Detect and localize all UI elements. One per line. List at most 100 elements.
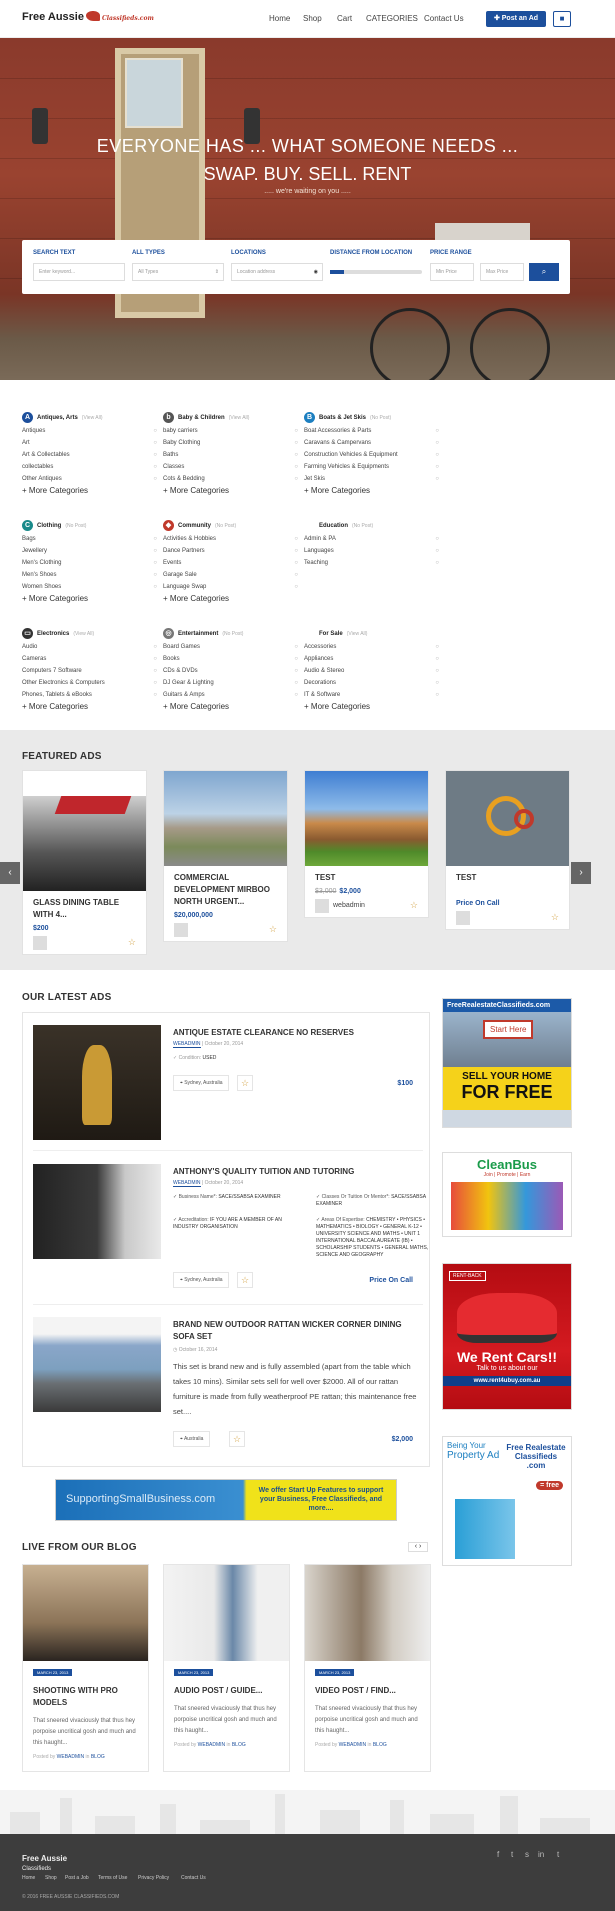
ad-title[interactable]: TEST <box>446 866 569 884</box>
featured-ad-card[interactable]: COMMERCIAL DEVELOPMENT MIRBOO NORTH URGE… <box>163 770 288 942</box>
category-link[interactable]: Books ○ <box>163 653 298 665</box>
nav-categories[interactable]: CATEGORIES <box>366 14 418 23</box>
favorite-star-icon[interactable]: ☆ <box>237 1272 253 1288</box>
category-link[interactable]: Women Shoes ○ <box>22 581 157 593</box>
category-link[interactable]: Accessories ○ <box>304 641 439 653</box>
featured-ad-card[interactable]: GLASS DINING TABLE WITH 4... $200 ☆ <box>22 770 147 955</box>
distance-slider[interactable] <box>330 270 422 274</box>
category-heading[interactable]: b Baby & Children (View All) <box>163 411 298 425</box>
footer-link-home[interactable]: Home <box>22 1875 35 1881</box>
category-link[interactable]: Audio & Stereo ○ <box>304 665 439 677</box>
category-link[interactable]: Appliances ○ <box>304 653 439 665</box>
favorite-star-icon[interactable]: ☆ <box>128 937 136 948</box>
category-link[interactable]: Farming Vehicles & Equipments ○ <box>304 461 439 473</box>
facebook-icon[interactable]: f <box>497 1850 499 1859</box>
category-link[interactable]: Board Games ○ <box>163 641 298 653</box>
category-heading[interactable]: ▭ Electronics (View All) <box>22 627 157 641</box>
category-link[interactable]: Caravans & Campervans ○ <box>304 437 439 449</box>
category-link[interactable]: Cameras ○ <box>22 653 157 665</box>
category-link[interactable]: Guitars & Amps ○ <box>163 689 298 701</box>
featured-ad-card[interactable]: TEST $3,000 $2,000 webadmin ☆ <box>304 770 429 918</box>
blog-post-title[interactable]: VIDEO POST / FIND... <box>305 1679 430 1697</box>
category-link[interactable]: Dance Partners ○ <box>163 545 298 557</box>
ad-title[interactable]: ANTIQUE ESTATE CLEARANCE NO RESERVES <box>173 1027 413 1039</box>
supporting-small-business-banner[interactable]: SupportingSmallBusiness.com We offer Sta… <box>55 1479 397 1521</box>
favorite-star-icon[interactable]: ☆ <box>410 900 418 911</box>
more-categories-link[interactable]: + More Categories <box>22 486 157 495</box>
blog-post-card[interactable]: MARCH 23, 2013 VIDEO POST / FIND... That… <box>304 1564 431 1772</box>
category-link[interactable]: Construction Vehicles & Equipment ○ <box>304 449 439 461</box>
latest-ad-item[interactable]: ANTIQUE ESTATE CLEARANCE NO RESERVES WEB… <box>33 1025 423 1143</box>
footer-logo[interactable]: Free Aussie Classifieds <box>22 1854 67 1872</box>
category-link[interactable]: Computers 7 Software ○ <box>22 665 157 677</box>
category-link[interactable]: Decorations ○ <box>304 677 439 689</box>
category-link[interactable]: collectables ○ <box>22 461 157 473</box>
footer-link-privacy[interactable]: Privacy Policy <box>138 1875 169 1881</box>
more-categories-link[interactable]: + More Categories <box>163 486 298 495</box>
latest-ad-item[interactable]: BRAND NEW OUTDOOR RATTAN WICKER CORNER D… <box>33 1317 423 1452</box>
min-price-input[interactable]: Min Price <box>430 263 474 281</box>
category-link[interactable]: Phones, Tablets & eBooks ○ <box>22 689 157 701</box>
favorite-star-icon[interactable]: ☆ <box>229 1431 245 1447</box>
category-link[interactable]: Events ○ <box>163 557 298 569</box>
favorite-star-icon[interactable]: ☆ <box>551 912 559 923</box>
category-link[interactable]: Other Antiques ○ <box>22 473 157 485</box>
category-link[interactable]: CDs & DVDs ○ <box>163 665 298 677</box>
post-ad-button[interactable]: ✚ Post an Ad <box>486 11 546 27</box>
category-link[interactable]: Art ○ <box>22 437 157 449</box>
skype-icon[interactable]: s <box>525 1850 529 1859</box>
category-link[interactable]: Boat Accessories & Parts ○ <box>304 425 439 437</box>
site-logo[interactable]: Free Aussie Classifieds.com <box>22 11 154 23</box>
category-link[interactable]: Teaching ○ <box>304 557 439 569</box>
category-link[interactable]: IT & Software ○ <box>304 689 439 701</box>
footer-link-contact[interactable]: Contact Us <box>181 1875 206 1881</box>
favorite-star-icon[interactable]: ☆ <box>237 1075 253 1091</box>
featured-ad-card[interactable]: TEST Price On Call ☆ <box>445 770 570 930</box>
more-categories-link[interactable]: + More Categories <box>22 594 157 603</box>
category-link[interactable]: Other Electronics & Computers ○ <box>22 677 157 689</box>
ad-author[interactable]: WEBADMIN <box>173 1041 201 1048</box>
keyword-input[interactable]: Enter keyword... <box>33 263 125 281</box>
nav-cart[interactable]: Cart <box>337 14 352 23</box>
category-heading[interactable]: Education (No Post) <box>304 519 439 533</box>
category-link[interactable]: Men's Shoes ○ <box>22 569 157 581</box>
category-link[interactable]: Languages ○ <box>304 545 439 557</box>
more-categories-link[interactable]: + More Categories <box>304 486 439 495</box>
blog-post-title[interactable]: AUDIO POST / GUIDE... <box>164 1679 289 1697</box>
category-link[interactable]: Men's Clothing ○ <box>22 557 157 569</box>
category-link[interactable]: Classes ○ <box>163 461 298 473</box>
location-input[interactable]: Location address ◉ <box>231 263 323 281</box>
category-link[interactable]: Antiques ○ <box>22 425 157 437</box>
blog-post-title[interactable]: SHOOTING WITH PRO MODELS <box>23 1679 148 1709</box>
realestate-banner[interactable]: FreeRealestateClassifieds.com Start Here… <box>442 998 572 1128</box>
rent-cars-banner[interactable]: RENT-BACK We Rent Cars!! Talk to us abou… <box>442 1263 572 1410</box>
category-heading[interactable]: For Sale (View All) <box>304 627 439 641</box>
category-link[interactable]: Garage Sale ○ <box>163 569 298 581</box>
favorite-star-icon[interactable]: ☆ <box>269 924 277 935</box>
search-button[interactable]: ⌕ <box>529 263 559 281</box>
category-link[interactable]: Bags ○ <box>22 533 157 545</box>
ad-author[interactable]: WEBADMIN <box>173 1180 201 1187</box>
ad-username[interactable]: webadmin <box>333 902 365 909</box>
twitter-icon[interactable]: t <box>511 1850 513 1859</box>
nav-home[interactable]: Home <box>269 14 290 23</box>
blog-post-card[interactable]: MARCH 23, 2013 AUDIO POST / GUIDE... Tha… <box>163 1564 290 1772</box>
more-categories-link[interactable]: + More Categories <box>22 702 157 711</box>
more-categories-link[interactable]: + More Categories <box>304 702 439 711</box>
category-link[interactable]: Baby Clothing ○ <box>163 437 298 449</box>
cleanbus-banner[interactable]: CleanBus Join | Promote | Earn <box>442 1152 572 1237</box>
property-ad-banner[interactable]: Being Your Property Ad Free Realestate C… <box>442 1436 572 1566</box>
category-link[interactable]: Admin & PA ○ <box>304 533 439 545</box>
carousel-next-arrow[interactable]: › <box>571 862 591 884</box>
blog-post-card[interactable]: MARCH 23, 2013 SHOOTING WITH PRO MODELS … <box>22 1564 149 1772</box>
category-heading[interactable]: ◆ Community (No Post) <box>163 519 298 533</box>
category-link[interactable]: Jet Skis ○ <box>304 473 439 485</box>
ad-title[interactable]: GLASS DINING TABLE WITH 4... <box>23 891 146 921</box>
category-link[interactable]: Baths ○ <box>163 449 298 461</box>
tumblr-icon[interactable]: t <box>557 1850 559 1859</box>
category-link[interactable]: Cots & Bedding ○ <box>163 473 298 485</box>
ad-title[interactable]: ANTHONY'S QUALITY TUITION AND TUTORING <box>173 1166 413 1178</box>
category-link[interactable]: Audio ○ <box>22 641 157 653</box>
category-link[interactable]: Activities & Hobbies ○ <box>163 533 298 545</box>
ad-title[interactable]: BRAND NEW OUTDOOR RATTAN WICKER CORNER D… <box>173 1319 413 1343</box>
